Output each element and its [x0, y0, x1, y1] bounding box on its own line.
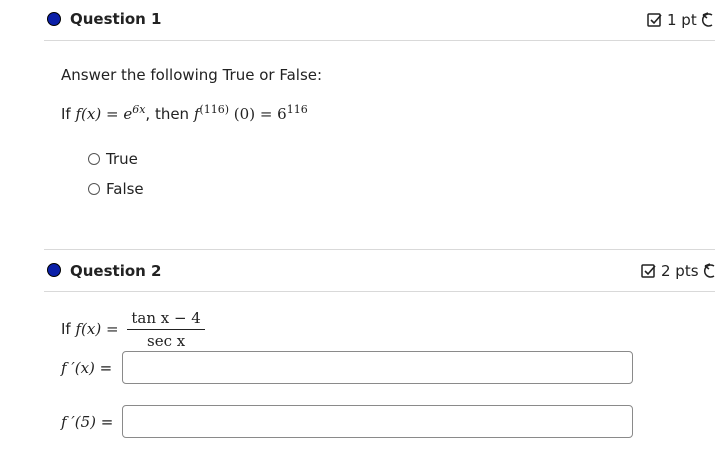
fraction: tan x − 4 sec x	[127, 309, 205, 350]
derivative-value: (0) = 6	[233, 105, 287, 123]
radio-button-true[interactable]	[88, 153, 100, 165]
status-dot-icon	[47, 263, 61, 277]
question-2-title: Question 2	[70, 262, 162, 280]
points-label: 1 pt	[667, 11, 697, 29]
derivative-label: f ′(x)	[61, 359, 95, 377]
function-definition: f(x) = e	[75, 105, 133, 123]
answer-label-2: f ′(5) =	[61, 413, 113, 431]
question-2-function: If f(x) = tan x − 4 sec x	[61, 309, 209, 350]
answer-input-2[interactable]	[122, 405, 633, 438]
checkbox-edit-icon	[647, 12, 663, 28]
equals-sign: =	[100, 413, 114, 431]
question-2-points: 2 pts	[641, 262, 715, 280]
derivative-label: f ′(5)	[61, 413, 96, 431]
fraction-denominator: sec x	[147, 332, 186, 350]
question-1-title: Question 1	[70, 10, 162, 28]
option-false-label: False	[106, 180, 144, 198]
equals-sign: =	[99, 359, 113, 377]
derivative-order: (116)	[199, 103, 230, 116]
function-lhs: f(x) =	[75, 320, 119, 338]
option-false[interactable]: False	[88, 180, 144, 198]
option-true[interactable]: True	[88, 150, 138, 168]
if-text: If	[61, 320, 71, 338]
exponent: 6x	[132, 103, 146, 116]
question-1-statement: If f(x) = e6x, then f(116) (0) = 6116	[61, 103, 308, 123]
if-text: If	[61, 105, 71, 123]
radio-button-false[interactable]	[88, 183, 100, 195]
then-text: , then	[145, 105, 190, 123]
undo-icon[interactable]	[703, 263, 715, 279]
points-label: 2 pts	[661, 262, 699, 280]
undo-icon[interactable]	[701, 12, 713, 28]
question-1-header: Question 1 1 pt	[44, 0, 715, 41]
power: 116	[286, 103, 308, 116]
answer-input-1[interactable]	[122, 351, 633, 384]
question-1-points: 1 pt	[647, 11, 713, 29]
option-true-label: True	[106, 150, 138, 168]
status-dot-icon	[47, 12, 61, 26]
question-2-header: Question 2 2 pts	[44, 249, 715, 292]
question-1-prompt: Answer the following True or False:	[61, 66, 323, 84]
checkbox-edit-icon	[641, 263, 657, 279]
fraction-numerator: tan x − 4	[127, 309, 205, 330]
answer-label-1: f ′(x) =	[61, 359, 112, 377]
